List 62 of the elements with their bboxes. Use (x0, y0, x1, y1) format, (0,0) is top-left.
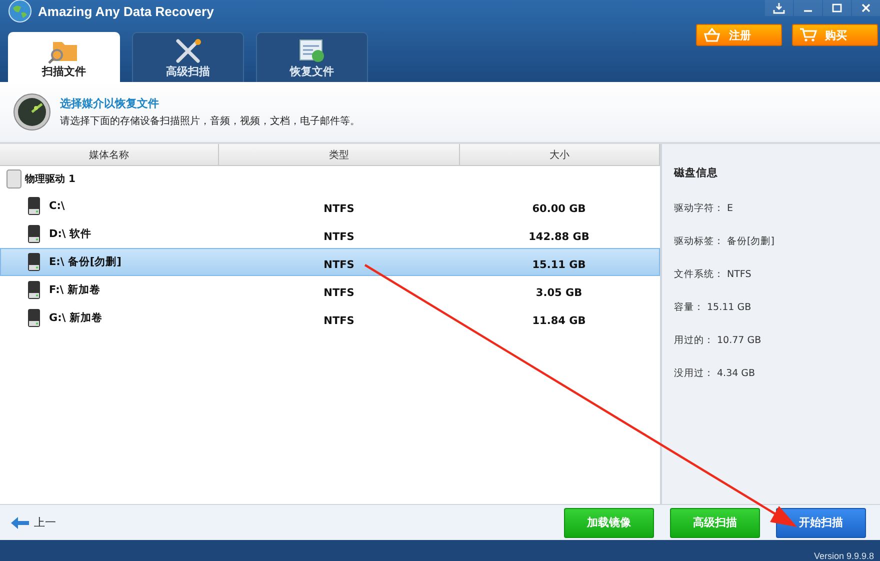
close-icon[interactable] (852, 0, 880, 16)
cart-icon (799, 28, 817, 42)
minimize-icon[interactable] (794, 0, 822, 16)
field-value: 10.77 GB (717, 335, 762, 346)
column-header[interactable]: 类型 (219, 144, 460, 165)
drive-row[interactable]: C:\ NTFS 60.00 GB (0, 192, 660, 220)
field-value: 15.11 GB (707, 302, 752, 313)
table-cell: G:\ 新加卷 (49, 311, 102, 325)
panel-title: 磁盘信息 (674, 166, 719, 180)
drive-icon (27, 196, 41, 216)
start-scan-button[interactable]: 开始扫描 (776, 508, 866, 538)
field-label: 驱动标签： (674, 235, 724, 248)
document-icon (297, 38, 327, 64)
drive-icon (27, 252, 41, 272)
table-cell: C:\ (49, 200, 65, 212)
info-subtitle: 请选择下面的存储设备扫描照片，音频，视频，文档，电子邮件等。 (60, 114, 360, 128)
tab[interactable]: 高级扫描 (132, 32, 244, 82)
drive-row[interactable]: G:\ 新加卷 NTFS 11.84 GB (0, 304, 660, 332)
table-cell: D:\ 软件 (49, 227, 92, 241)
tree-group-label[interactable]: 物理驱动 1 (25, 172, 76, 186)
radar-icon (12, 92, 52, 132)
field-label: 文件系统： (674, 268, 724, 281)
tab[interactable]: 恢复文件 (256, 32, 368, 82)
table-cell: F:\ 新加卷 (49, 283, 100, 297)
table-cell: E:\ 备份[勿删] (49, 255, 122, 269)
table-cell: 3.05 GB (536, 286, 582, 298)
field-value: E (727, 203, 734, 214)
version-label: Version 9.9.9.8 (814, 551, 874, 561)
table-cell: 15.11 GB (532, 258, 586, 270)
download-icon[interactable] (765, 0, 793, 16)
table-cell: NTFS (324, 286, 354, 298)
back-button[interactable]: 上一 (0, 514, 62, 531)
globe-icon (8, 0, 32, 23)
drive-icon (27, 308, 41, 328)
tools-icon (173, 38, 203, 64)
table-cell: 11.84 GB (532, 314, 586, 326)
table-cell: 142.88 GB (528, 230, 590, 242)
column-header[interactable]: 媒体名称 (0, 144, 219, 165)
table-cell: NTFS (324, 230, 354, 242)
info-title: 选择媒介以恢复文件 (60, 96, 160, 111)
window-title: Amazing Any Data Recovery (38, 4, 214, 18)
basket-icon (703, 28, 721, 42)
column-header[interactable]: 大小 (460, 144, 660, 165)
field-value: NTFS (727, 269, 752, 280)
drive-row[interactable]: D:\ 软件 NTFS 142.88 GB (0, 220, 660, 248)
field-value: 备份[勿删] (727, 235, 774, 248)
field-label: 驱动字符： (674, 202, 724, 215)
maximize-icon[interactable] (823, 0, 851, 16)
left-arrow-icon (10, 516, 30, 530)
table-cell: NTFS (324, 202, 354, 214)
table-cell: 60.00 GB (532, 202, 586, 214)
tab[interactable]: 扫描文件 (8, 32, 120, 82)
table-cell: NTFS (324, 258, 354, 270)
drive-row[interactable]: F:\ 新加卷 NTFS 3.05 GB (0, 276, 660, 304)
field-value: 4.34 GB (717, 368, 756, 379)
field-label: 没用过： (674, 367, 714, 380)
drive-row[interactable]: E:\ 备份[勿删] NTFS 15.11 GB (0, 248, 660, 276)
field-label: 用过的： (674, 334, 714, 347)
table-cell: NTFS (324, 314, 354, 326)
field-label: 容量： (674, 301, 704, 314)
drive-icon (27, 224, 41, 244)
drive-icon (27, 280, 41, 300)
